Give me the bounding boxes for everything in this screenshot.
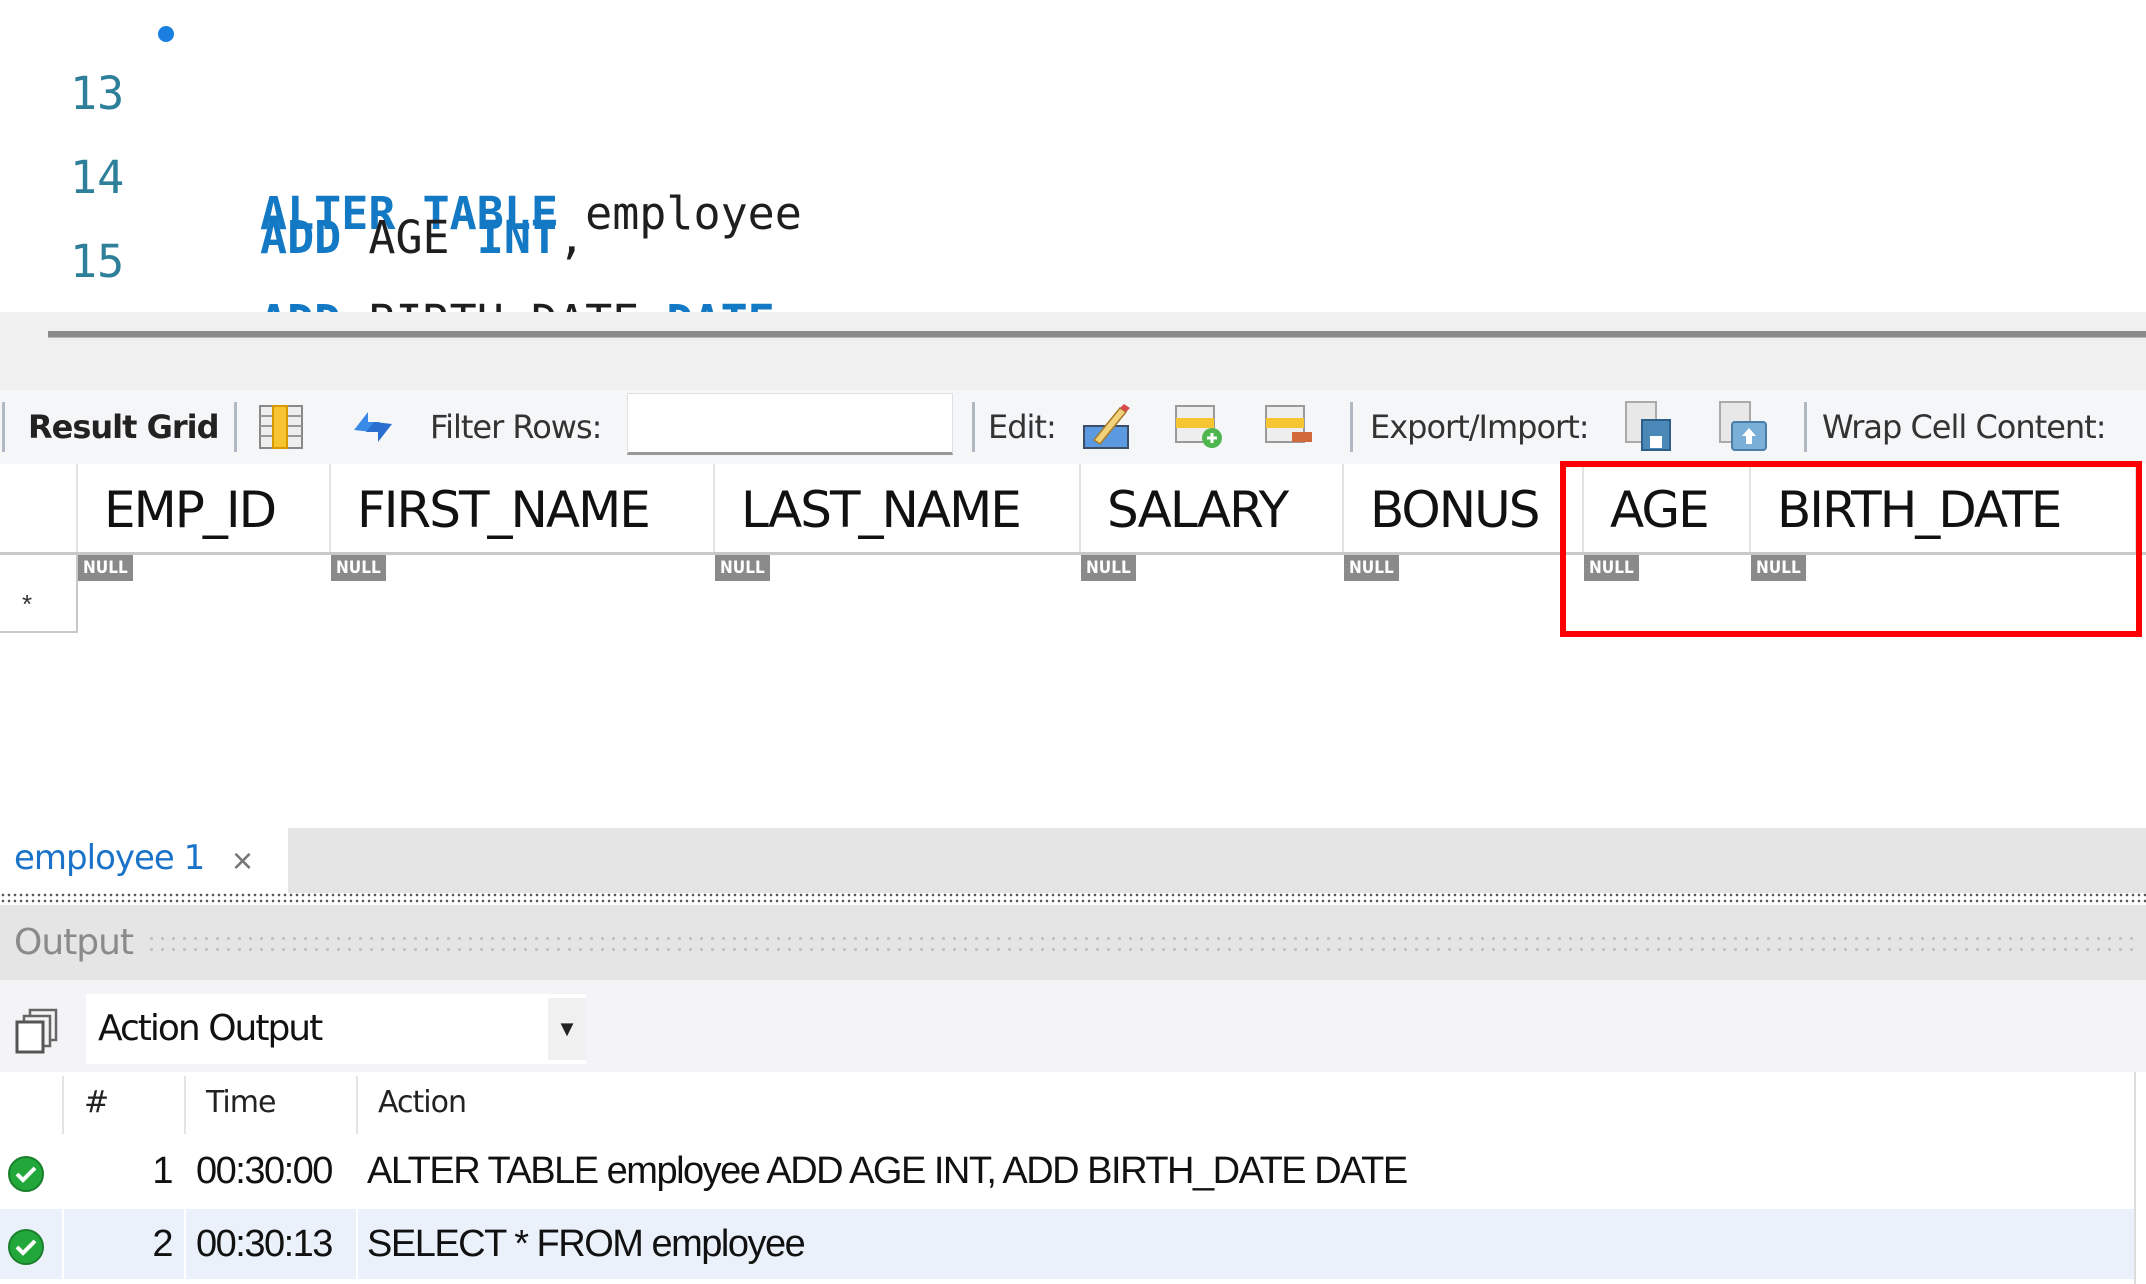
row-number: 2: [152, 1223, 173, 1265]
column-header-first-name[interactable]: FIRST_NAME: [329, 464, 713, 552]
column-divider: [356, 1209, 358, 1279]
row-action: ALTER TABLE employee ADD AGE INT, ADD BI…: [367, 1150, 1408, 1192]
tab-label: employee 1: [14, 838, 205, 878]
copy-icon[interactable]: [14, 1006, 62, 1054]
export-import-label: Export/Import:: [1370, 408, 1590, 446]
panel-splitter-area: [0, 312, 2146, 390]
grid-layout-icon[interactable]: [254, 400, 308, 454]
success-check-icon: [8, 1229, 44, 1265]
output-panel-header: Output: [0, 905, 2146, 980]
highlight-annotation-box: [1560, 461, 2142, 637]
result-tab-bar: employee 1 ×: [0, 828, 2146, 893]
column-divider: [184, 1209, 186, 1279]
toolbar-separator: [1804, 402, 1807, 452]
column-header-emp-id[interactable]: EMP_ID: [76, 464, 329, 552]
column-divider: [62, 1076, 64, 1134]
column-header-action[interactable]: Action: [378, 1072, 467, 1134]
column-divider: [356, 1076, 358, 1134]
row-time: 00:30:00: [196, 1150, 333, 1192]
column-header-time[interactable]: Time: [206, 1072, 276, 1134]
identifier: employee: [558, 187, 802, 240]
null-cell[interactable]: NULL: [715, 555, 770, 581]
edit-label: Edit:: [988, 408, 1057, 446]
editor-line[interactable]: 15 ADD BIRTH_DATE DATE;: [0, 172, 802, 348]
add-row-icon[interactable]: [1172, 400, 1226, 454]
identifier: AGE: [341, 211, 477, 264]
column-header-number[interactable]: #: [84, 1072, 109, 1134]
code-text: ADD AGE INT,: [260, 208, 585, 268]
editor-line[interactable]: 13 ALTER TABLE employee: [0, 4, 802, 240]
edit-cell-icon[interactable]: [1080, 400, 1134, 454]
result-grid-tab[interactable]: Result Grid: [28, 390, 219, 464]
divider: [0, 899, 2146, 903]
toolbar-separator: [2, 402, 5, 452]
null-cell[interactable]: NULL: [1081, 555, 1136, 581]
output-row[interactable]: 2 00:30:13 SELECT * FROM employee: [0, 1209, 2134, 1279]
keyword: INT: [476, 211, 559, 264]
filter-rows-label: Filter Rows:: [430, 408, 602, 446]
null-cell[interactable]: NULL: [331, 555, 386, 581]
toolbar-separator: [1350, 402, 1353, 452]
column-header-last-name[interactable]: LAST_NAME: [713, 464, 1079, 552]
sql-editor[interactable]: 13 ALTER TABLE employee 14 ADD AGE INT, …: [0, 0, 2146, 348]
select-value: Action Output: [98, 1008, 323, 1049]
result-toolbar: Result Grid Filter Rows: Edit: Export/Im…: [0, 390, 2146, 467]
success-check-icon: [8, 1156, 44, 1192]
row-action: SELECT * FROM employee: [367, 1223, 806, 1265]
close-icon[interactable]: ×: [232, 830, 253, 892]
column-header-salary[interactable]: SALARY: [1079, 464, 1342, 552]
keyword: ADD: [260, 211, 342, 264]
vertical-scrollbar[interactable]: [2134, 1072, 2136, 1284]
delete-row-icon[interactable]: [1262, 400, 1316, 454]
editor-line[interactable]: 14 ADD AGE INT,: [0, 88, 585, 264]
toolbar-separator: [972, 402, 975, 452]
null-cell[interactable]: NULL: [1344, 555, 1399, 581]
toolbar-separator: [234, 402, 237, 452]
chevron-down-icon[interactable]: ▼: [548, 998, 586, 1060]
export-icon[interactable]: [1622, 400, 1676, 454]
drag-grip[interactable]: [146, 933, 2136, 955]
import-icon[interactable]: [1716, 400, 1770, 454]
refresh-icon[interactable]: [346, 400, 400, 454]
output-type-select[interactable]: Action Output ▼: [86, 994, 586, 1064]
column-header-bonus[interactable]: BONUS: [1342, 464, 1582, 552]
wrap-cell-content-label: Wrap Cell Content:: [1822, 408, 2106, 446]
output-table: # Time Action 1 00:30:00 ALTER TABLE emp…: [0, 1072, 2146, 1284]
row-number: 1: [152, 1150, 173, 1192]
row-header[interactable]: *: [0, 555, 78, 633]
statement-marker-icon: [158, 26, 174, 42]
null-cell[interactable]: NULL: [78, 555, 133, 581]
panel-splitter-handle[interactable]: [48, 331, 2146, 338]
line-number: 15: [70, 235, 125, 288]
filter-rows-input[interactable]: [627, 393, 953, 455]
row-time: 00:30:13: [196, 1223, 333, 1265]
output-title: Output: [14, 922, 134, 963]
divider: [0, 893, 2146, 897]
output-toolbar: Action Output ▼: [0, 980, 2146, 1072]
output-row[interactable]: 1 00:30:00 ALTER TABLE employee ADD AGE …: [0, 1136, 2134, 1206]
column-divider: [184, 1076, 186, 1134]
new-row-marker-icon: *: [22, 589, 33, 619]
tab-employee-1[interactable]: employee 1 ×: [0, 828, 288, 893]
punctuation: ,: [558, 211, 586, 264]
